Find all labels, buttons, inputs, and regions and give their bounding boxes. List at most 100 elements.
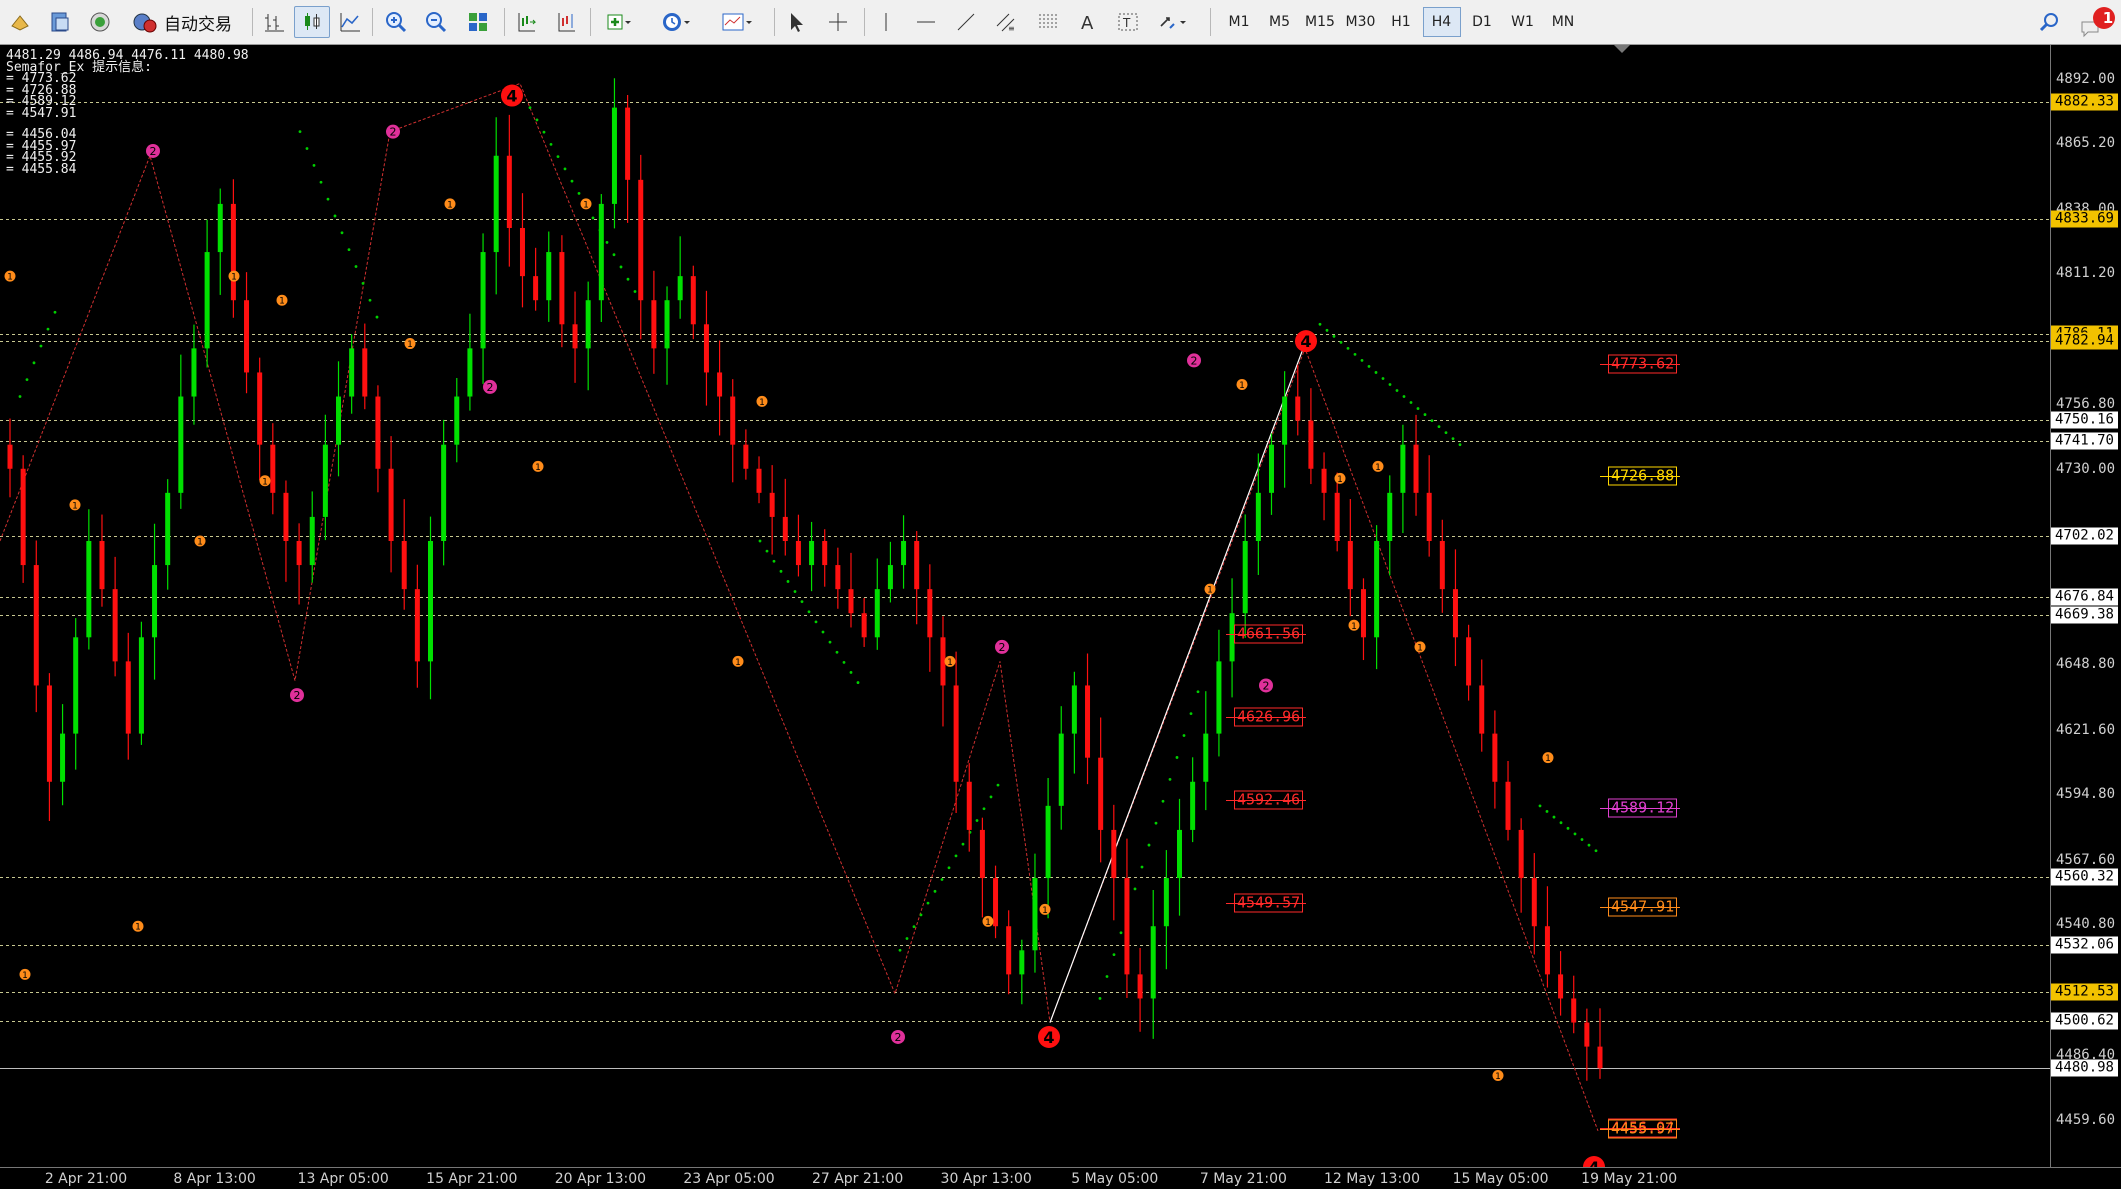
- candle: [506, 114, 512, 267]
- candlestick-chart-icon[interactable]: [294, 6, 330, 38]
- notifications-button[interactable]: 1: [2076, 6, 2118, 38]
- signal-dot: [954, 854, 958, 858]
- signal-dot: [53, 310, 57, 314]
- timeframe-m30[interactable]: M30: [1342, 7, 1380, 37]
- candle: [283, 480, 289, 582]
- semafor-marker-2: 2: [483, 379, 497, 394]
- horizontal-line-icon[interactable]: [908, 6, 944, 38]
- timeframe-m15[interactable]: M15: [1301, 7, 1339, 37]
- semafor-marker-1: 1: [444, 198, 456, 210]
- search-icon[interactable]: [2032, 6, 2068, 38]
- signal-dot: [821, 630, 825, 634]
- new-chart-icon[interactable]: [2, 6, 38, 38]
- arrows-dropdown[interactable]: [1150, 6, 1196, 38]
- signal-dot: [1367, 365, 1371, 368]
- profiles-icon[interactable]: [42, 6, 78, 38]
- timeframe-w1[interactable]: W1: [1504, 7, 1542, 37]
- timeframe-m1[interactable]: M1: [1220, 7, 1258, 37]
- signal-dot: [535, 118, 539, 122]
- signal-dot: [1154, 821, 1158, 825]
- text-label-icon[interactable]: T: [1110, 6, 1146, 38]
- signal-dot: [996, 783, 1000, 787]
- price-level-tag: 4882.33: [2051, 93, 2118, 111]
- date-axis[interactable]: 2 Apr 21:00 8 Apr 13:00 13 Apr 05:00 15 Apr…: [0, 1167, 2121, 1189]
- candle: [1584, 1008, 1590, 1081]
- candle: [73, 618, 79, 770]
- templates-dropdown[interactable]: [712, 6, 762, 38]
- text-icon[interactable]: A: [1070, 6, 1106, 38]
- vertical-line-icon[interactable]: [868, 6, 904, 38]
- timeframe-d1[interactable]: D1: [1463, 7, 1501, 37]
- svg-text:≡: ≡: [1008, 24, 1015, 33]
- candle: [703, 290, 709, 406]
- signal-dot: [989, 795, 993, 799]
- zoom-in-icon[interactable]: [378, 6, 414, 38]
- semafor-marker-1: 1: [756, 395, 768, 408]
- svg-text:1: 1: [262, 477, 268, 487]
- trendline-icon[interactable]: [948, 6, 984, 38]
- market-watch-icon[interactable]: [82, 6, 118, 38]
- svg-text:1: 1: [7, 273, 13, 283]
- candle: [638, 154, 644, 340]
- signal-dot: [368, 298, 372, 302]
- autotrade-icon: [133, 13, 157, 33]
- timeframe-h1[interactable]: H1: [1382, 7, 1420, 37]
- candle: [1571, 975, 1577, 1034]
- signal-dot: [1168, 777, 1172, 781]
- date-tick-label: 20 Apr 13:00: [554, 1171, 647, 1187]
- autoscroll-icon[interactable]: [508, 6, 544, 38]
- signal-dot: [556, 155, 560, 159]
- svg-text:1: 1: [197, 537, 203, 547]
- signal-dot: [926, 901, 930, 905]
- line-chart-icon[interactable]: [332, 6, 368, 38]
- signal-dot: [1332, 334, 1336, 338]
- upper-levels-list: = 4773.62 = 4726.88 = 4589.12 = 4547.91: [6, 72, 249, 119]
- signal-dot: [1339, 340, 1343, 344]
- cursor-icon[interactable]: [778, 6, 814, 38]
- signal-dot: [919, 913, 923, 917]
- signal-dot: [933, 889, 937, 893]
- date-tick-label: 13 Apr 05:00: [297, 1171, 389, 1187]
- timeframe-h4[interactable]: H4: [1422, 7, 1461, 37]
- candle: [1544, 886, 1550, 988]
- signal-dot: [758, 539, 762, 543]
- crosshair-icon[interactable]: [820, 6, 856, 38]
- svg-text:1: 1: [947, 658, 953, 668]
- timeframe-m5[interactable]: M5: [1261, 7, 1299, 37]
- zoom-out-icon[interactable]: [418, 6, 454, 38]
- svg-text:1: 1: [1239, 381, 1245, 391]
- svg-text:1: 1: [1417, 643, 1423, 653]
- signal-dot: [1388, 383, 1392, 386]
- candle: [178, 354, 184, 509]
- price-chart[interactable]: 4444222222221111111111111111111111111: [0, 45, 2050, 1167]
- date-tick-label: 12 May 13:00: [1323, 1171, 1421, 1187]
- tile-windows-icon[interactable]: [460, 6, 496, 38]
- signal-dot: [1538, 804, 1542, 808]
- candle: [454, 377, 460, 463]
- signal-dot: [549, 142, 553, 146]
- candle: [546, 231, 552, 322]
- channel-icon[interactable]: ≡: [988, 6, 1024, 38]
- level-tick: [1600, 363, 1680, 365]
- price-level-tag: 4676.84: [2051, 588, 2118, 606]
- candle: [230, 179, 236, 318]
- indicators-dropdown[interactable]: [594, 6, 642, 38]
- periods-dropdown[interactable]: [652, 6, 700, 38]
- timeframe-mn[interactable]: MN: [1544, 7, 1582, 37]
- signal-dot: [312, 163, 316, 167]
- signal-dot: [982, 807, 986, 811]
- fibonacci-icon[interactable]: [1030, 6, 1066, 38]
- price-level-tag: 4560.32: [2051, 868, 2118, 886]
- signal-dot: [1552, 815, 1556, 819]
- semafor-marker-1: 1: [132, 920, 144, 933]
- chart-shift-marker-icon[interactable]: [1614, 45, 1630, 53]
- autotrade-button[interactable]: 自动交易: [124, 6, 240, 38]
- candle: [99, 514, 105, 607]
- candle: [1492, 710, 1498, 809]
- bar-chart-icon[interactable]: [256, 6, 292, 38]
- candle: [1321, 452, 1327, 521]
- candle: [611, 78, 617, 229]
- chart-shift-icon[interactable]: [548, 6, 584, 38]
- candle: [244, 272, 250, 394]
- candle: [1466, 624, 1472, 701]
